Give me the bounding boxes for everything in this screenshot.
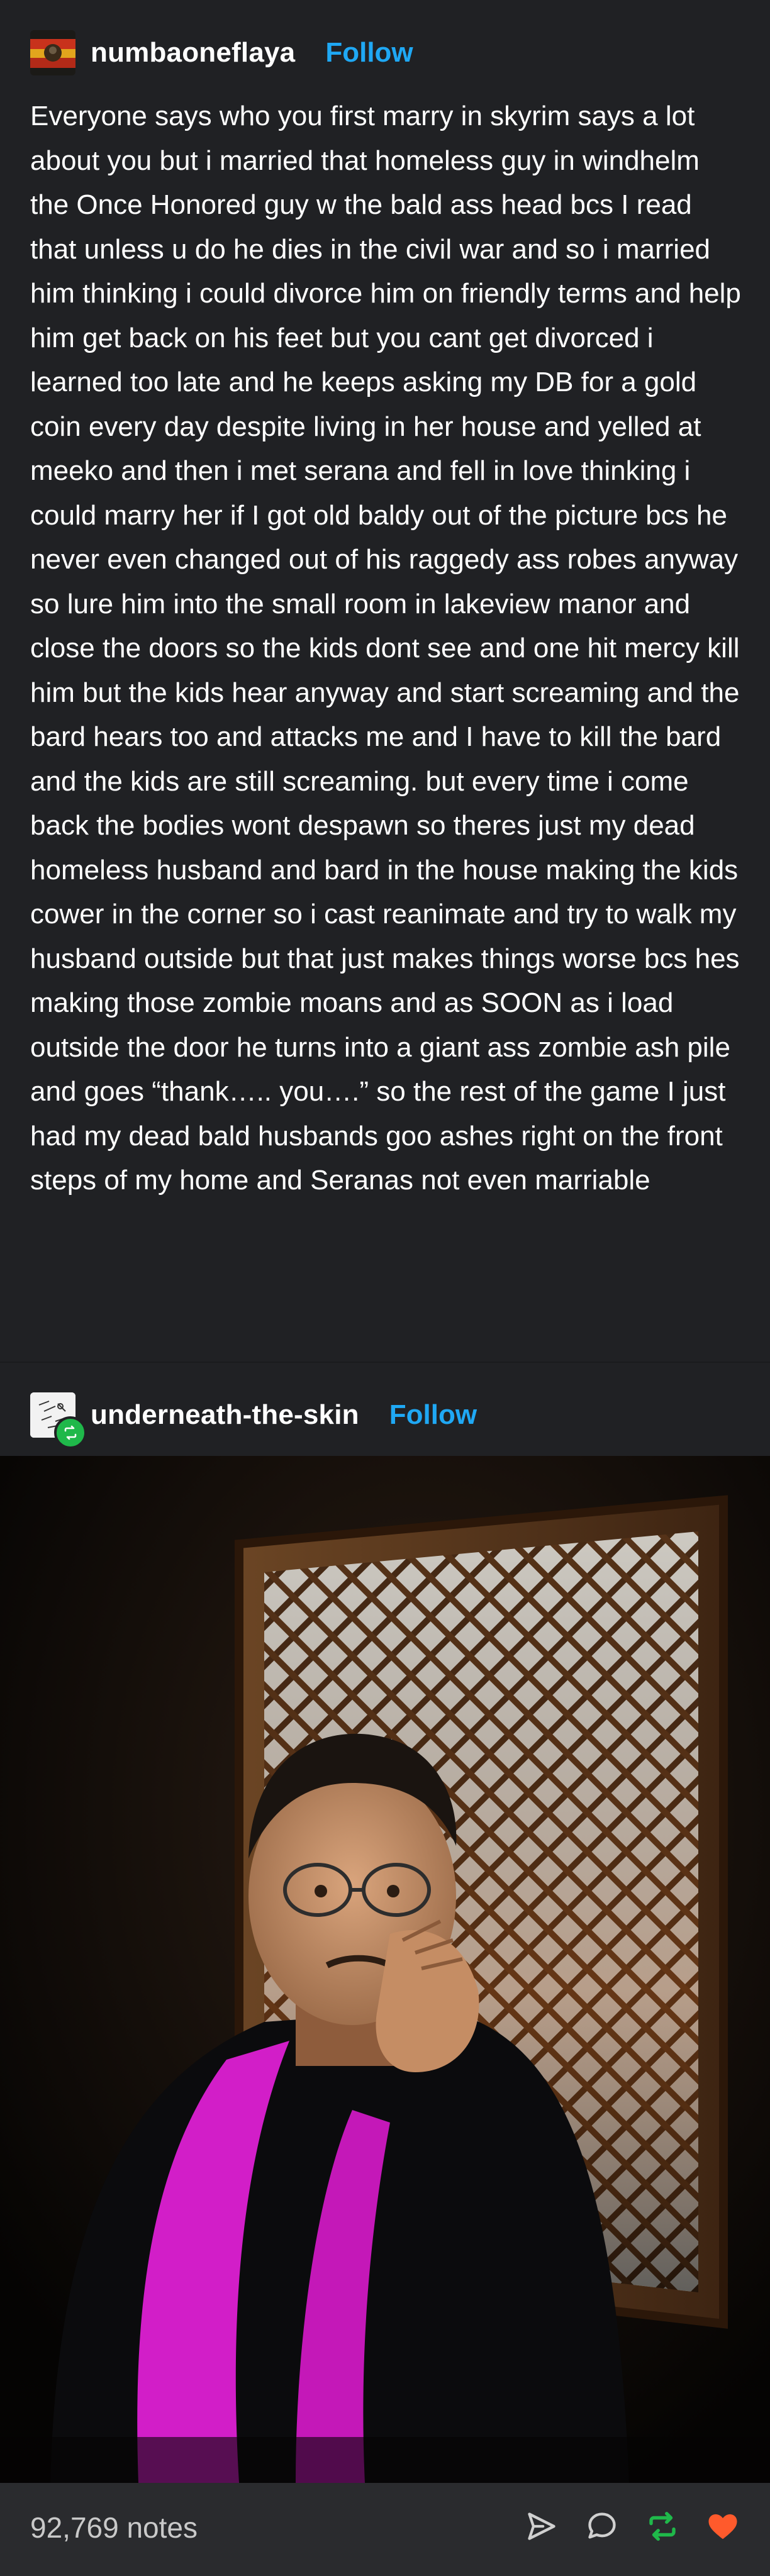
notes-count[interactable]: 92,769 notes xyxy=(30,2511,198,2545)
post-username[interactable]: numbaoneflaya xyxy=(91,37,295,69)
avatar[interactable] xyxy=(30,30,75,75)
reblog-badge-icon xyxy=(54,1416,87,1449)
reblog-avatar[interactable] xyxy=(30,1392,87,1449)
post-actions xyxy=(520,2504,745,2548)
like-icon[interactable] xyxy=(701,2504,745,2548)
priest-photo-icon xyxy=(0,1456,770,2483)
divider xyxy=(0,1362,770,1363)
reblog-follow-button[interactable]: Follow xyxy=(389,1399,477,1431)
follow-button[interactable]: Follow xyxy=(325,37,413,69)
post-body-text: Everyone says who you first marry in sky… xyxy=(30,101,741,1196)
post-header: numbaoneflaya Follow xyxy=(30,28,413,78)
reblog-icon[interactable] xyxy=(640,2504,684,2548)
share-icon[interactable] xyxy=(520,2504,564,2548)
flag-avatar-icon xyxy=(30,30,75,75)
reply-icon[interactable] xyxy=(580,2504,624,2548)
reblog-header: underneath-the-skin Follow xyxy=(30,1387,477,1449)
post-footer: 92,769 notes xyxy=(0,2483,770,2576)
reblog-username[interactable]: underneath-the-skin xyxy=(91,1399,359,1431)
